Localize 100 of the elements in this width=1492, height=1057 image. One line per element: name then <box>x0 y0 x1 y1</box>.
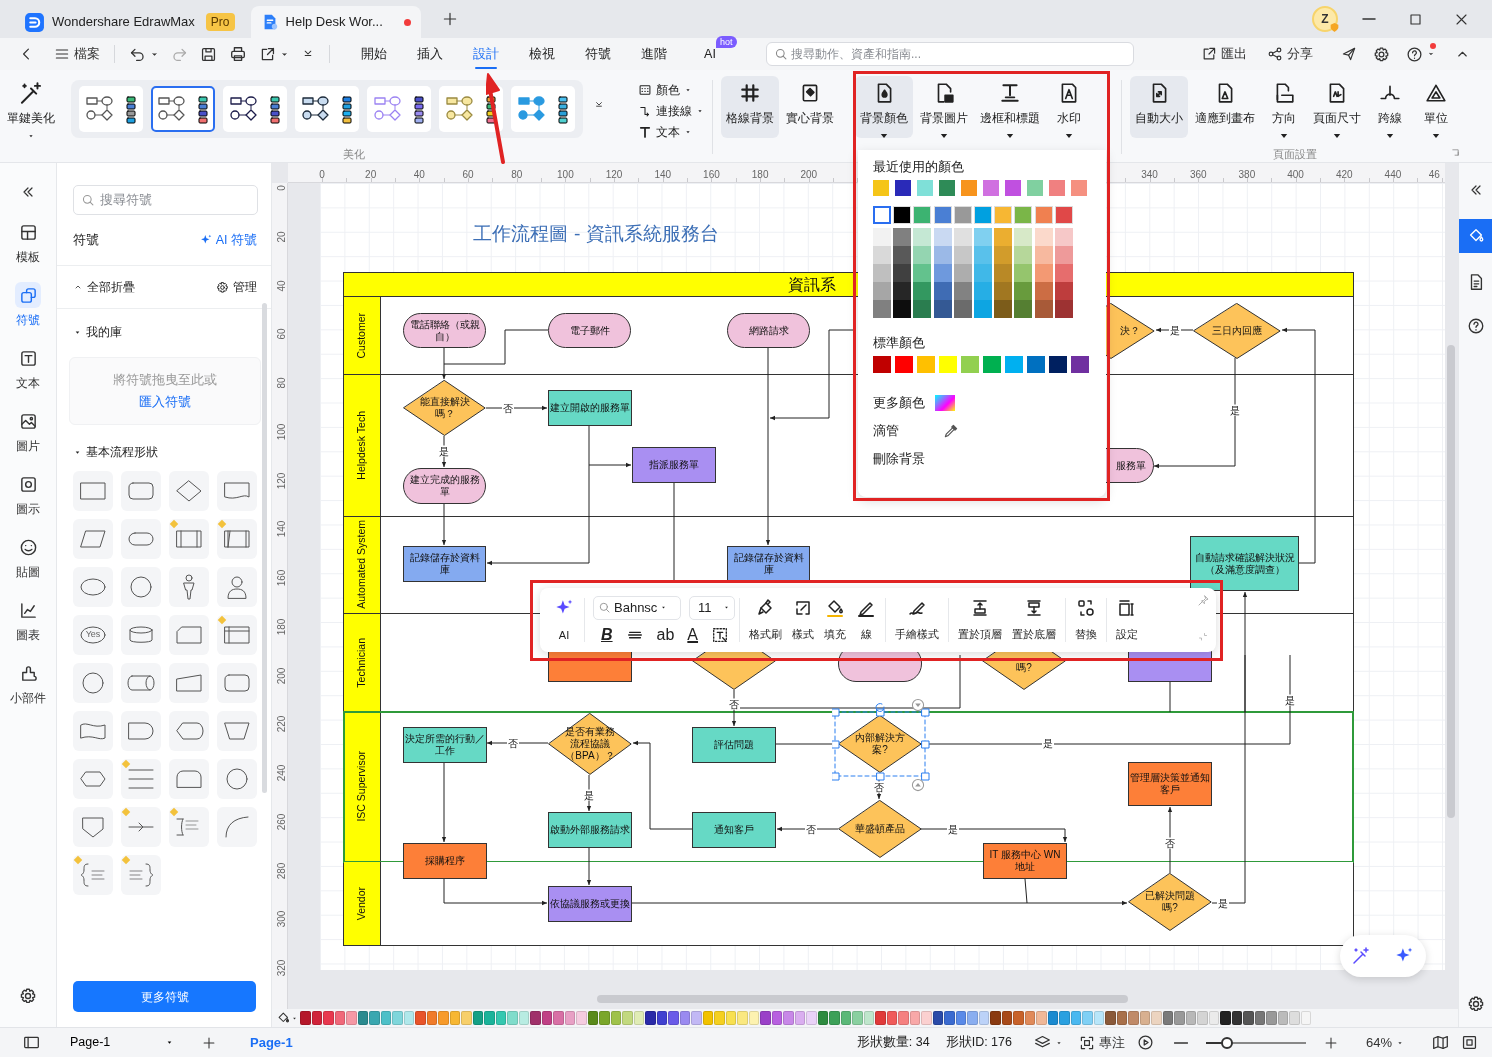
ai-symbols-link[interactable]: AI 符號 <box>198 230 257 250</box>
remove-background-item[interactable]: 刪除背景 <box>873 445 925 473</box>
focus-button[interactable]: 專注 <box>1072 1029 1131 1056</box>
toolbar-button[interactable]: 替換 <box>1070 593 1102 647</box>
ruler-label: 40 <box>413 168 425 182</box>
shape-id: 形狀ID: 176 <box>945 1034 1012 1052</box>
edge-label: 是 <box>1169 324 1181 336</box>
theme-option[interactable]: 文本 <box>638 122 704 141</box>
ribbon-button[interactable]: 適應到畫布 <box>1190 76 1260 138</box>
export-button[interactable]: 匯出 <box>1195 41 1253 67</box>
section-title: 最近使用的顏色 <box>873 159 965 176</box>
ruler-label: 400 <box>1287 168 1304 182</box>
sidebar-item[interactable]: 貼圖 <box>3 530 53 585</box>
ruler-label: 60 <box>275 328 288 340</box>
section-header[interactable]: 我的庫 <box>73 323 257 341</box>
avatar[interactable]: Z <box>1312 6 1338 32</box>
toolbar-button[interactable]: 格式刷 <box>744 593 787 647</box>
panel-title: 符號 <box>73 231 99 249</box>
sidebar-item[interactable]: 符號 <box>3 278 53 333</box>
menu-tab[interactable]: 設計 <box>458 40 514 68</box>
ribbon-button[interactable]: 邊框和標題 <box>975 76 1045 138</box>
more-symbols-button[interactable]: 更多符號 <box>73 981 256 1012</box>
import-symbols-link[interactable]: 匯入符號 <box>139 392 191 412</box>
ruler-label: 380 <box>1238 168 1256 182</box>
case-button[interactable]: ab <box>656 626 675 644</box>
process-shape: 自動請求確認解決狀況（及滿意度調查） <box>1190 536 1299 591</box>
toolbar-button[interactable]: 樣式 <box>787 593 819 647</box>
theme-option[interactable]: 連接線 <box>638 101 704 120</box>
page-dropdown[interactable]: Page-1 <box>66 1033 178 1052</box>
process-shape: 記錄儲存於資料庫 <box>403 546 486 582</box>
toolbar-button[interactable]: 填充 <box>819 593 851 647</box>
edge-label: 是 <box>438 445 450 457</box>
theme-option[interactable]: 顏色 <box>638 80 704 99</box>
sidebar-item[interactable]: 小部件 <box>3 656 53 711</box>
toolbar-button[interactable]: 線 <box>851 593 881 647</box>
more-colors-item[interactable]: 更多顏色 <box>873 389 955 417</box>
sidebar-item[interactable]: 圖表 <box>3 593 53 648</box>
toolbar-button[interactable]: 設定 <box>1111 593 1143 647</box>
ruler-label: 40 <box>275 279 288 292</box>
section-title: 標準顏色 <box>873 335 926 352</box>
ribbon-button[interactable]: 跨線 <box>1368 76 1412 138</box>
ruler-label: 200 <box>275 667 288 684</box>
process-shape: 啟動外部服務請求 <box>548 812 632 848</box>
ribbon-button[interactable]: 格線背景 <box>721 76 779 138</box>
ruler-label: 360 <box>1189 168 1207 182</box>
toolbar-button[interactable]: 手繪樣式 <box>890 593 944 647</box>
search-field[interactable]: 搜尋符號 <box>73 185 258 215</box>
zoom-dropdown[interactable]: 64% <box>1359 1029 1410 1056</box>
lane-label: Automated System <box>344 516 381 613</box>
ribbon-button[interactable]: 水印 <box>1047 76 1091 138</box>
beautify-button[interactable]: 單鍵美化 <box>4 76 58 138</box>
bold-button[interactable]: B <box>601 626 613 644</box>
edge-label: 是 <box>1229 404 1241 416</box>
manage-button[interactable]: 管理 <box>216 278 257 296</box>
lane-label: Vendor <box>344 862 381 945</box>
font-color-button[interactable]: A <box>687 626 699 644</box>
shape-count: 形狀數量: 34 <box>856 1034 930 1052</box>
ruler-label: 280 <box>275 862 288 879</box>
size-field[interactable]: 11 <box>689 595 735 620</box>
terminator-shape: 網路請求 <box>727 313 810 348</box>
ribbon-button[interactable]: 頁面尺寸 <box>1308 76 1366 138</box>
collapse-all-button[interactable]: 全部折疊 <box>73 278 135 296</box>
lane-label: Technician <box>344 613 381 712</box>
ribbon-button[interactable]: 單位 <box>1414 76 1458 138</box>
decision-shape: 已解決問題嗎? <box>1128 873 1212 931</box>
ruler-label: 140 <box>654 168 672 182</box>
sidebar-item[interactable]: 圖示 <box>3 467 53 522</box>
ruler-label: 80 <box>511 168 523 182</box>
ribbon-button[interactable]: 背景圖片 <box>915 76 973 138</box>
sidebar-item[interactable]: 圖片 <box>3 404 53 459</box>
section-header[interactable]: 基本流程形狀 <box>73 443 257 461</box>
menu-tab[interactable]: 檢視 <box>514 40 570 68</box>
diagram-title: 工作流程圖 - 資訊系統服務台 <box>473 221 720 246</box>
page-tab[interactable]: Page-1 <box>244 1031 299 1054</box>
search-field[interactable]: 搜尋動作、資產和指南... <box>766 42 1134 66</box>
menu-tab[interactable]: 插入 <box>402 40 458 68</box>
eyedropper-item[interactable]: 滴管 <box>873 417 959 445</box>
sidebar-item[interactable]: 模板 <box>3 215 53 270</box>
edge-label: 是 <box>1042 737 1054 749</box>
menu-tab[interactable]: 進階 <box>626 40 682 68</box>
app-tab[interactable]: Wondershare EdrawMax Pro <box>14 6 245 38</box>
ribbon-button[interactable]: 背景顏色 <box>855 76 913 138</box>
menu-tab[interactable]: 開始 <box>346 40 402 68</box>
ribbon-button[interactable]: 實心背景 <box>781 76 839 138</box>
decision-shape: 華盛頓產品 <box>838 800 922 858</box>
sidebar-item[interactable]: 文本 <box>3 341 53 396</box>
shape-thumbnail[interactable]: Yes <box>73 615 113 655</box>
ribbon-button[interactable]: 方向 <box>1262 76 1306 138</box>
process-shape: IT 服務中心 WN 地址 <box>983 843 1067 879</box>
ruler-label: 120 <box>275 472 288 489</box>
menu-tab[interactable]: 符號 <box>570 40 626 68</box>
ribbon-button[interactable]: 自動大小 <box>1130 76 1188 138</box>
file-menu[interactable]: 檔案 <box>48 41 106 67</box>
document-tab[interactable]: Help Desk Wor... <box>250 6 421 38</box>
share-button[interactable]: 分享 <box>1261 41 1319 67</box>
ruler-label: 220 <box>275 715 288 733</box>
font-field[interactable]: Bahnsc <box>593 595 681 620</box>
ai-button[interactable]: AI <box>548 592 580 648</box>
edge-label: 是 <box>583 789 595 801</box>
edge-label: 否 <box>1164 837 1176 849</box>
